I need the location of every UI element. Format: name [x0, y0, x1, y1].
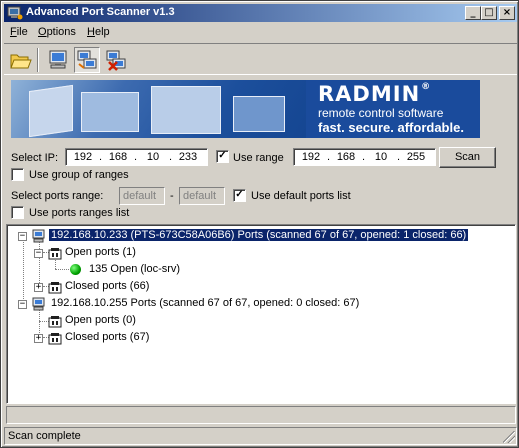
- expand-toggle[interactable]: +: [34, 283, 43, 292]
- tree-host-node[interactable]: − 192.168.10.255 Ports (scanned 67 of 67…: [11, 296, 481, 312]
- menu-file-mnemonic: F: [10, 26, 17, 38]
- open-folder-icon[interactable]: [7, 47, 33, 73]
- use-ports-ranges-checkbox[interactable]: [11, 206, 24, 219]
- banner-tagline-2: fast. secure. affordable.: [318, 120, 464, 135]
- host-label[interactable]: 192.168.10.233 (PTS-673C58A06B6) Ports (…: [47, 228, 470, 242]
- menu-help[interactable]: Help: [87, 26, 110, 38]
- ip-octet: 233: [178, 151, 198, 163]
- port-from-field[interactable]: default: [119, 187, 165, 205]
- toolbar-separator: [37, 48, 39, 72]
- ports-icon: [48, 333, 62, 345]
- ip-to-field[interactable]: 192 . 168 . 10 . 255: [293, 148, 436, 166]
- radmin-banner[interactable]: RADMIN® remote control software fast. se…: [11, 80, 480, 138]
- ports-icon: [48, 282, 62, 294]
- status-bar: Scan complete: [4, 427, 517, 445]
- tree-closed-ports-node[interactable]: + Closed ports (66): [27, 279, 227, 295]
- resize-grip-icon[interactable]: [503, 431, 515, 443]
- ip-octet: 10: [374, 151, 388, 163]
- ip-dot: .: [169, 151, 173, 163]
- menu-options-mnemonic: O: [38, 26, 47, 38]
- tree-port-node[interactable]: 135 Open (loc-srv): [67, 262, 227, 278]
- ip-octet: 192: [301, 151, 321, 163]
- ip-dot: .: [99, 151, 103, 163]
- ip-dot: .: [397, 151, 401, 163]
- app-window: Advanced Port Scanner v1.3 _ □ × File Op…: [0, 0, 519, 448]
- use-group-checkbox[interactable]: [11, 168, 24, 181]
- ports-icon: [48, 248, 62, 260]
- tree-host-node[interactable]: − 192.168.10.233 (PTS-673C58A06B6) Ports…: [11, 228, 501, 244]
- port-range-dash: -: [170, 190, 174, 202]
- close-button[interactable]: ×: [499, 6, 515, 20]
- banner-tagline-1: remote control software: [318, 106, 444, 120]
- banner-artwork: [11, 80, 306, 138]
- banner-registered-mark: ®: [421, 82, 432, 92]
- use-group-label: Use group of ranges: [29, 169, 129, 181]
- minimize-button[interactable]: _: [465, 6, 481, 20]
- banner-window-image: [81, 92, 139, 132]
- banner-text-panel: RADMIN® remote control software fast. se…: [306, 80, 480, 138]
- use-default-ports-label: Use default ports list: [251, 190, 351, 202]
- maximize-button[interactable]: □: [481, 6, 497, 20]
- select-ports-label: Select ports range:: [11, 190, 104, 202]
- progress-panel: [6, 406, 516, 424]
- computer-icon: [32, 229, 45, 243]
- menu-options-label: ptions: [46, 26, 76, 38]
- ip-from-field[interactable]: 192 . 168 . 10 . 233: [65, 148, 208, 166]
- banner-window-image: [29, 84, 73, 138]
- banner-window-image: [151, 86, 221, 134]
- tree-connector: [23, 239, 24, 299]
- ip-octet: 192: [73, 151, 93, 163]
- closed-ports-label[interactable]: Closed ports (66): [65, 280, 149, 292]
- tree-closed-ports-node[interactable]: + Closed ports (67): [27, 330, 227, 346]
- ip-dot: .: [327, 151, 331, 163]
- scan-button[interactable]: Scan: [439, 147, 496, 168]
- closed-ports-label[interactable]: Closed ports (67): [65, 331, 149, 343]
- menu-file-label: ile: [16, 26, 28, 38]
- expand-toggle[interactable]: +: [34, 334, 43, 343]
- scan-computer-icon[interactable]: [45, 47, 71, 73]
- computer-icon: [32, 297, 45, 311]
- app-icon: [7, 6, 23, 20]
- ip-octet: 255: [406, 151, 426, 163]
- ip-octet: 10: [146, 151, 160, 163]
- collapse-toggle[interactable]: −: [18, 300, 27, 309]
- banner-brand: RADMIN®: [318, 82, 431, 106]
- status-text: Scan complete: [8, 430, 81, 442]
- ip-octet: 168: [108, 151, 128, 163]
- port-label[interactable]: 135 Open (loc-srv): [89, 263, 180, 275]
- ip-dot: .: [362, 151, 366, 163]
- tree-open-ports-node[interactable]: − Open ports (1): [27, 245, 227, 261]
- menu-help-label: elp: [94, 26, 110, 38]
- window-title: Advanced Port Scanner v1.3: [26, 6, 175, 18]
- menu-file[interactable]: File: [10, 26, 28, 38]
- open-ports-label[interactable]: Open ports (0): [65, 314, 136, 326]
- toolbar: [4, 43, 517, 75]
- stop-scan-icon[interactable]: [103, 47, 129, 73]
- tree-open-ports-node[interactable]: Open ports (0): [27, 313, 227, 329]
- use-range-label: Use range: [233, 152, 284, 164]
- ports-icon: [48, 316, 62, 328]
- use-ports-ranges-label: Use ports ranges list: [29, 207, 130, 219]
- title-bar[interactable]: Advanced Port Scanner v1.3 _ □ ×: [4, 4, 517, 22]
- ip-octet: 168: [336, 151, 356, 163]
- use-range-checkbox[interactable]: ✓: [216, 150, 229, 163]
- open-ports-label[interactable]: Open ports (1): [65, 246, 136, 258]
- collapse-toggle[interactable]: −: [34, 249, 43, 258]
- host-label[interactable]: 192.168.10.255 Ports (scanned 67 of 67, …: [51, 297, 359, 309]
- use-default-ports-checkbox[interactable]: ✓: [233, 189, 246, 202]
- results-tree[interactable]: − 192.168.10.233 (PTS-673C58A06B6) Ports…: [6, 224, 516, 404]
- ip-dot: .: [134, 151, 138, 163]
- select-ip-label: Select IP:: [11, 152, 59, 164]
- port-to-field[interactable]: default: [179, 187, 225, 205]
- banner-window-image: [233, 96, 285, 132]
- banner-brand-text: RADMIN: [318, 82, 421, 106]
- scan-network-icon[interactable]: [74, 47, 100, 73]
- menu-help-mnemonic: H: [87, 26, 95, 38]
- menu-options[interactable]: Options: [38, 26, 76, 38]
- open-status-icon: [70, 264, 81, 275]
- collapse-toggle[interactable]: −: [18, 232, 27, 241]
